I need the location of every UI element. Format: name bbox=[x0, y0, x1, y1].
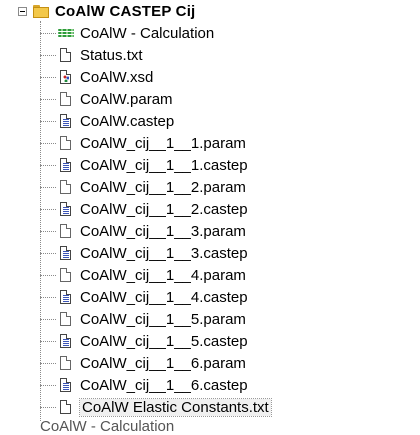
tree-item-xsd[interactable]: CoAlW.xsd bbox=[40, 66, 153, 88]
tree-item-label: CoAlW.param bbox=[80, 90, 173, 108]
tree-item-label: CoAlW_cij__1__3.param bbox=[80, 222, 246, 240]
castep-file-icon bbox=[58, 333, 74, 349]
tree-item-label: CoAlW.xsd bbox=[80, 68, 154, 86]
tree-item-cij-1-4-castep[interactable]: CoAlW_cij__1__4.castep bbox=[40, 286, 248, 308]
tree-item-castep[interactable]: CoAlW.castep bbox=[40, 110, 174, 132]
folder-label: CoAlW CASTEP Cij bbox=[55, 2, 196, 20]
calculation-wave-icon bbox=[58, 25, 74, 41]
tree-folder-coalw-castep-cij[interactable]: CoAlW CASTEP Cij bbox=[18, 0, 195, 22]
tree-item-label: Status.txt bbox=[80, 46, 143, 64]
param-file-icon bbox=[58, 91, 74, 107]
tree-item-label: CoAlW_cij__1__5.param bbox=[80, 310, 246, 328]
tree-item-cij-1-5-param[interactable]: CoAlW_cij__1__5.param bbox=[40, 308, 246, 330]
param-file-icon bbox=[58, 267, 74, 283]
tree-item-cij-1-6-castep[interactable]: CoAlW_cij__1__6.castep bbox=[40, 374, 248, 396]
tree-item-label: CoAlW_cij__1__4.castep bbox=[80, 288, 248, 306]
tree-item-label: CoAlW_cij__1__1.castep bbox=[80, 156, 248, 174]
tree-item-cij-1-1-param[interactable]: CoAlW_cij__1__1.param bbox=[40, 132, 246, 154]
tree-item-cij-1-3-castep[interactable]: CoAlW_cij__1__3.castep bbox=[40, 242, 248, 264]
collapse-toggle-icon[interactable] bbox=[18, 6, 27, 16]
param-file-icon bbox=[58, 311, 74, 327]
tree-item-cij-1-3-param[interactable]: CoAlW_cij__1__3.param bbox=[40, 220, 246, 242]
tree-item-label: CoAlW_cij__1__4.param bbox=[80, 266, 246, 284]
tree-item-label: CoAlW Elastic Constants.txt bbox=[79, 397, 272, 417]
param-file-icon bbox=[58, 355, 74, 371]
tree-item-elastic-constants-txt[interactable]: CoAlW Elastic Constants.txt bbox=[40, 396, 272, 418]
tree-item-label: CoAlW.castep bbox=[80, 112, 175, 130]
text-file-icon bbox=[58, 399, 74, 415]
tree-item-label: CoAlW_cij__1__5.castep bbox=[80, 332, 248, 350]
tree-item-label: CoAlW_cij__1__6.param bbox=[80, 354, 246, 372]
tree-item-cij-1-2-castep[interactable]: CoAlW_cij__1__2.castep bbox=[40, 198, 248, 220]
tree-item-label: CoAlW_cij__1__1.param bbox=[80, 134, 246, 152]
folder-icon bbox=[33, 4, 49, 18]
xsd-file-icon bbox=[58, 69, 74, 85]
tree-item-label: CoAlW_cij__1__2.param bbox=[80, 178, 246, 196]
castep-file-icon bbox=[58, 157, 74, 173]
tree-item-param[interactable]: CoAlW.param bbox=[40, 88, 173, 110]
castep-file-icon bbox=[58, 113, 74, 129]
tree-item-label: CoAlW_cij__1__6.castep bbox=[80, 376, 248, 394]
tree-item-label: CoAlW - Calculation bbox=[80, 24, 215, 42]
castep-file-icon bbox=[58, 377, 74, 393]
castep-file-icon bbox=[58, 245, 74, 261]
castep-file-icon bbox=[58, 201, 74, 217]
tree-item-status-txt[interactable]: Status.txt bbox=[40, 44, 143, 66]
tree-item-label: CoAlW_cij__1__3.castep bbox=[80, 244, 248, 262]
text-file-icon bbox=[58, 47, 74, 63]
project-tree: CoAlW CASTEP Cij CoAlW - Calculation Sta… bbox=[0, 0, 420, 435]
tree-item-cij-1-6-param[interactable]: CoAlW_cij__1__6.param bbox=[40, 352, 246, 374]
param-file-icon bbox=[58, 135, 74, 151]
tree-item-label: CoAlW_cij__1__2.castep bbox=[80, 200, 248, 218]
tree-item-calculation[interactable]: CoAlW - Calculation bbox=[40, 22, 214, 44]
tree-item-cij-1-2-param[interactable]: CoAlW_cij__1__2.param bbox=[40, 176, 246, 198]
tree-item-cij-1-1-castep[interactable]: CoAlW_cij__1__1.castep bbox=[40, 154, 248, 176]
castep-file-icon bbox=[58, 289, 74, 305]
tree-item-cij-1-5-castep[interactable]: CoAlW_cij__1__5.castep bbox=[40, 330, 248, 352]
param-file-icon bbox=[58, 179, 74, 195]
param-file-icon bbox=[58, 223, 74, 239]
tree-item-next-partial[interactable]: CoAlW - Calculation bbox=[40, 418, 174, 435]
tree-item-cij-1-4-param[interactable]: CoAlW_cij__1__4.param bbox=[40, 264, 246, 286]
